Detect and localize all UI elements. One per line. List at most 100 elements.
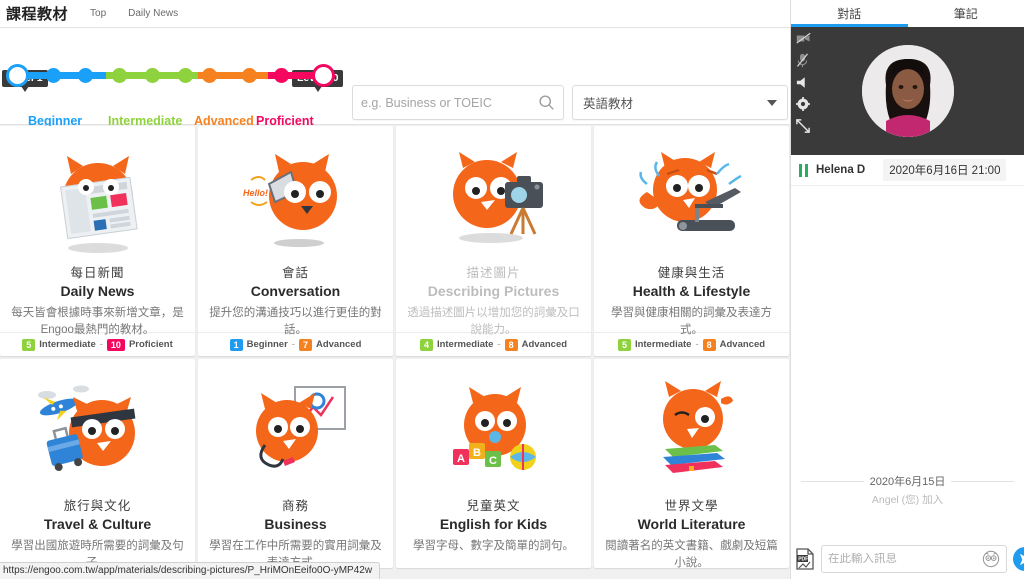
owl-presenting-icon: [221, 373, 371, 491]
materials-row: 旅行與文化 Travel & Culture 學習出國旅遊時所需要的詞彙及句子。: [0, 359, 790, 568]
tab-notes-label: 筆記: [953, 7, 978, 21]
slider-dot[interactable]: [78, 68, 93, 83]
chat-composer: PDF: [791, 539, 1024, 579]
range-dash: -: [291, 339, 295, 350]
pause-icon[interactable]: [799, 163, 808, 177]
owl-with-megaphone-icon: Hello!: [221, 140, 371, 258]
chat-input-wrap[interactable]: [821, 545, 1007, 573]
materials-page: 課程教材 Top Daily News Level 1 Level 10: [0, 0, 790, 579]
slider-dot[interactable]: [112, 68, 127, 83]
participant-bar: Helena D 2020年6月16日 21:00: [791, 155, 1024, 186]
camera-off-icon[interactable]: [796, 32, 811, 45]
lesson-sidebar: 對話 筆記 Helena D 2020年6月16日 21:00 2020年6月1…: [790, 0, 1024, 579]
owl-on-books-icon: [617, 373, 767, 491]
max-level-label: Advanced: [719, 339, 766, 350]
material-card[interactable]: Hello! 會話 Conversation 提升您的溝通技巧以進行更佳的對話。…: [198, 126, 393, 356]
svg-text:A: A: [457, 453, 465, 465]
materials-grid: 每日新聞 Daily News 每天皆會根據時事來新增文章，是Engoo最熱門的…: [0, 126, 790, 571]
range-dash: -: [497, 339, 501, 350]
card-title-cn: 會話: [281, 266, 309, 280]
video-controls: [796, 32, 811, 133]
material-type-value: 英語教材: [583, 97, 634, 111]
card-title-en: Conversation: [250, 283, 341, 299]
chat-log[interactable]: 2020年6月15日 Angel (您) 加入: [791, 186, 1024, 539]
slider-dot[interactable]: [46, 68, 61, 83]
tab-notes[interactable]: 筆記: [908, 0, 1024, 27]
svg-text:B: B: [473, 447, 481, 459]
card-title-cn: 兒童英文: [466, 499, 521, 513]
status-bar-url: https://engoo.com.tw/app/materials/descr…: [0, 562, 381, 579]
min-level-label: Intermediate: [634, 339, 692, 350]
slider-handle-max[interactable]: [312, 64, 335, 87]
level-slider[interactable]: Level 1 Level 10: [0, 28, 346, 128]
divider-line: [801, 480, 864, 482]
pdf-attach-icon[interactable]: PDF: [795, 548, 815, 570]
material-card[interactable]: 描述圖片 Describing Pictures 透過描述圖片以增加您的詞彙及口…: [396, 126, 591, 356]
min-level-badge: 4: [419, 338, 433, 351]
slider-segment-beginner: [18, 68, 106, 83]
min-level-badge: 5: [617, 338, 631, 351]
material-card[interactable]: 世界文學 World Literature 閱讀著名的英文書籍、戲劇及短篇小說。: [594, 359, 789, 568]
send-button[interactable]: [1013, 547, 1024, 571]
min-level-badge: 5: [22, 338, 36, 351]
chat-date-separator: 2020年6月15日: [801, 473, 1015, 489]
max-level-badge: 8: [504, 338, 518, 351]
nav-link-top[interactable]: Top: [90, 8, 106, 19]
max-level-badge: 10: [106, 338, 125, 351]
card-title-cn: 每日新聞: [70, 266, 125, 280]
slider-dot[interactable]: [145, 68, 160, 83]
material-card[interactable]: 健康與生活 Health & Lifestyle 學習與健康相關的詞彙及表達方式…: [594, 126, 789, 356]
slider-segment-advanced: [198, 68, 268, 83]
card-description: 閱讀著名的英文書籍、戲劇及短篇小說。: [605, 540, 778, 568]
card-description: 提升您的溝通技巧以進行更佳的對話。: [209, 307, 382, 337]
nav-link-daily-news[interactable]: Daily News: [128, 8, 178, 19]
max-level-label: Advanced: [521, 339, 568, 350]
material-card[interactable]: A B C 兒童英文 English for Kids 學習字母、數字及簡單的詞…: [396, 359, 591, 568]
slider-dot[interactable]: [242, 68, 257, 83]
material-card[interactable]: 旅行與文化 Travel & Culture 學習出國旅遊時所需要的詞彙及句子。: [0, 359, 195, 568]
tab-chat[interactable]: 對話: [791, 0, 908, 27]
material-type-select[interactable]: 英語教材: [572, 85, 788, 120]
expand-icon[interactable]: [796, 119, 810, 133]
speaker-icon[interactable]: [796, 76, 810, 89]
card-title-en: Daily News: [60, 283, 135, 299]
svg-text:Hello!: Hello!: [243, 188, 268, 198]
slider-dot[interactable]: [202, 68, 217, 83]
slider-dot[interactable]: [274, 68, 289, 83]
card-title-cn: 健康與生活: [657, 266, 726, 280]
owl-traveling-icon: [23, 373, 173, 491]
page-title: 課程教材: [6, 6, 69, 23]
card-description: 每天皆會根據時事來新增文章，是Engoo最熱門的教材。: [11, 307, 184, 337]
card-description: 學習與健康相關的詞彙及表達方式。: [611, 307, 772, 337]
owl-on-treadmill-icon: [617, 140, 767, 258]
gear-icon[interactable]: [796, 97, 810, 111]
card-title-en: Business: [264, 516, 327, 532]
participant-name: Helena D: [816, 164, 866, 176]
slider-dot[interactable]: [178, 68, 193, 83]
owl-reading-newspaper-icon: [23, 140, 173, 258]
chevron-down-icon[interactable]: [767, 99, 777, 106]
card-description: 透過描述圖片以增加您的詞彙及口說能力。: [407, 307, 580, 337]
owl-with-toys-icon: A B C: [419, 373, 569, 491]
level-slider-track: [6, 64, 335, 87]
microphone-off-icon[interactable]: [796, 53, 809, 68]
owl-sticker-icon[interactable]: [982, 550, 1000, 568]
session-time: 2020年6月16日 21:00: [883, 159, 1007, 181]
range-dash: -: [695, 339, 699, 350]
search-input[interactable]: [361, 95, 538, 110]
max-level-badge: 8: [702, 338, 716, 351]
max-level-label: Advanced: [315, 339, 362, 350]
max-level-label: Proficient: [128, 339, 173, 350]
avatar: [861, 45, 954, 137]
min-level-label: Intermediate: [39, 339, 96, 350]
chat-join-message: Angel (您) 加入: [871, 494, 944, 506]
search-box[interactable]: [352, 85, 564, 120]
slider-handle-min[interactable]: [6, 64, 29, 87]
material-card[interactable]: 每日新聞 Daily News 每天皆會根據時事來新增文章，是Engoo最熱門的…: [0, 126, 195, 356]
chat-input[interactable]: [828, 553, 982, 565]
card-title-en: English for Kids: [439, 516, 548, 532]
chat-date: 2020年6月15日: [869, 476, 946, 488]
material-card[interactable]: 商務 Business 學習在工作中所需要的實用詞彙及表達方式。: [198, 359, 393, 568]
search-icon[interactable]: [538, 94, 555, 111]
svg-text:C: C: [489, 455, 497, 467]
